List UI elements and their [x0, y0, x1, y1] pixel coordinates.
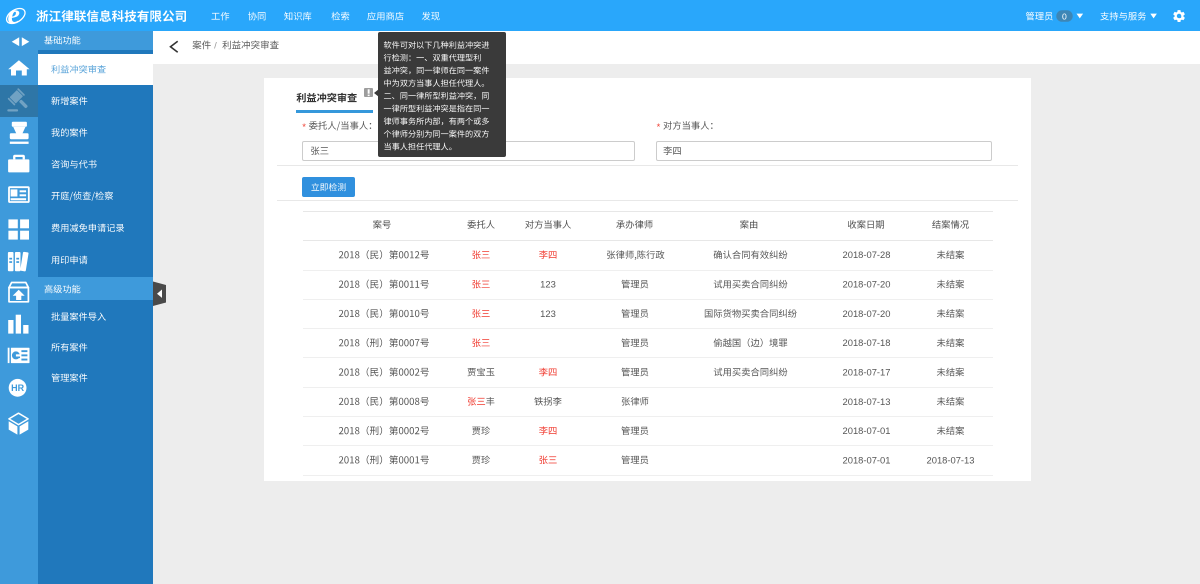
svg-text:123: 123 — [540, 279, 556, 290]
svg-text:/: / — [214, 40, 217, 51]
svg-text:2018-07-28: 2018-07-28 — [843, 249, 891, 260]
svg-text:2018-07-13: 2018-07-13 — [927, 454, 975, 465]
svg-text:2018-07-20: 2018-07-20 — [843, 279, 891, 290]
svg-text:2018-07-20: 2018-07-20 — [843, 308, 891, 319]
svg-text:2018-07-18: 2018-07-18 — [843, 337, 891, 348]
svg-text:123: 123 — [540, 308, 556, 319]
svg-text:*: * — [302, 122, 306, 133]
svg-text:*: * — [657, 122, 661, 133]
svg-text:0: 0 — [1062, 11, 1067, 21]
svg-text:2018-07-01: 2018-07-01 — [843, 454, 891, 465]
svg-text:2018-07-17: 2018-07-17 — [843, 367, 891, 378]
svg-text:2018-07-01: 2018-07-01 — [843, 425, 891, 436]
svg-text:2018-07-13: 2018-07-13 — [843, 396, 891, 407]
